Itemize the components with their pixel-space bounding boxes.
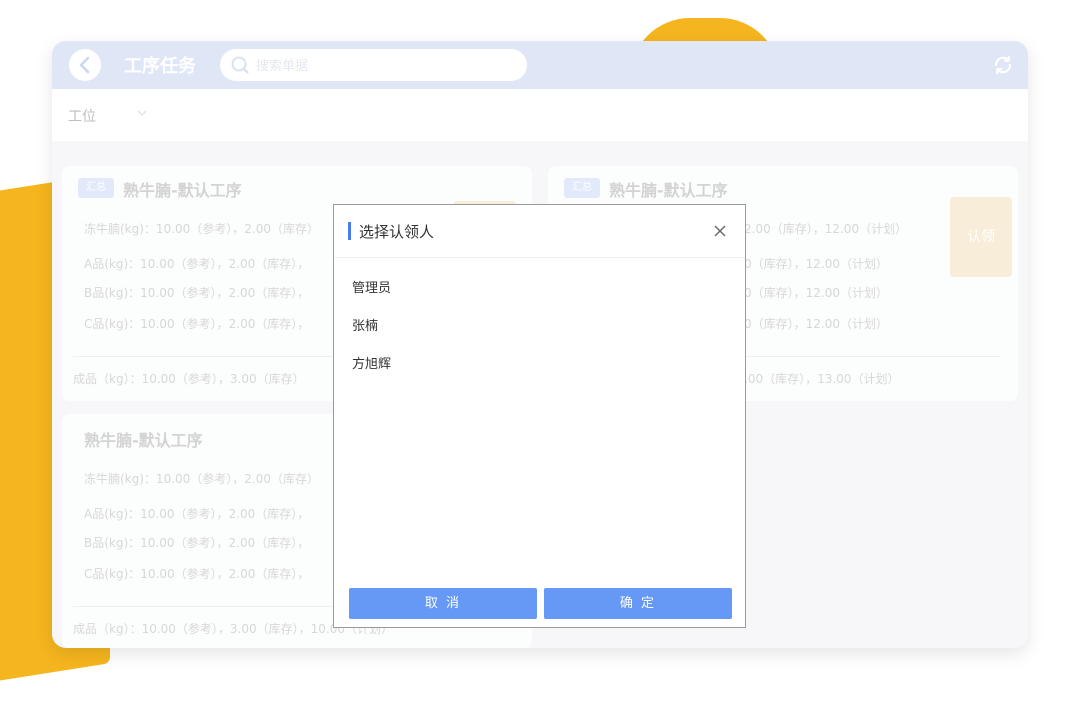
claimant-option[interactable]: 方旭辉	[352, 353, 391, 372]
claimant-option[interactable]: 张楠	[352, 315, 378, 334]
cancel-button[interactable]: 取 消	[349, 588, 537, 619]
dialog-title: 选择认领人	[359, 223, 435, 241]
close-icon[interactable]	[712, 223, 728, 239]
confirm-button[interactable]: 确 定	[544, 588, 732, 619]
title-accent-bar	[348, 222, 351, 240]
claimant-option[interactable]: 管理员	[352, 277, 391, 296]
dialog-header: 选择认领人	[334, 205, 745, 258]
select-claimant-dialog: 选择认领人 管理员 张楠 方旭辉 取 消 确 定	[333, 204, 746, 628]
